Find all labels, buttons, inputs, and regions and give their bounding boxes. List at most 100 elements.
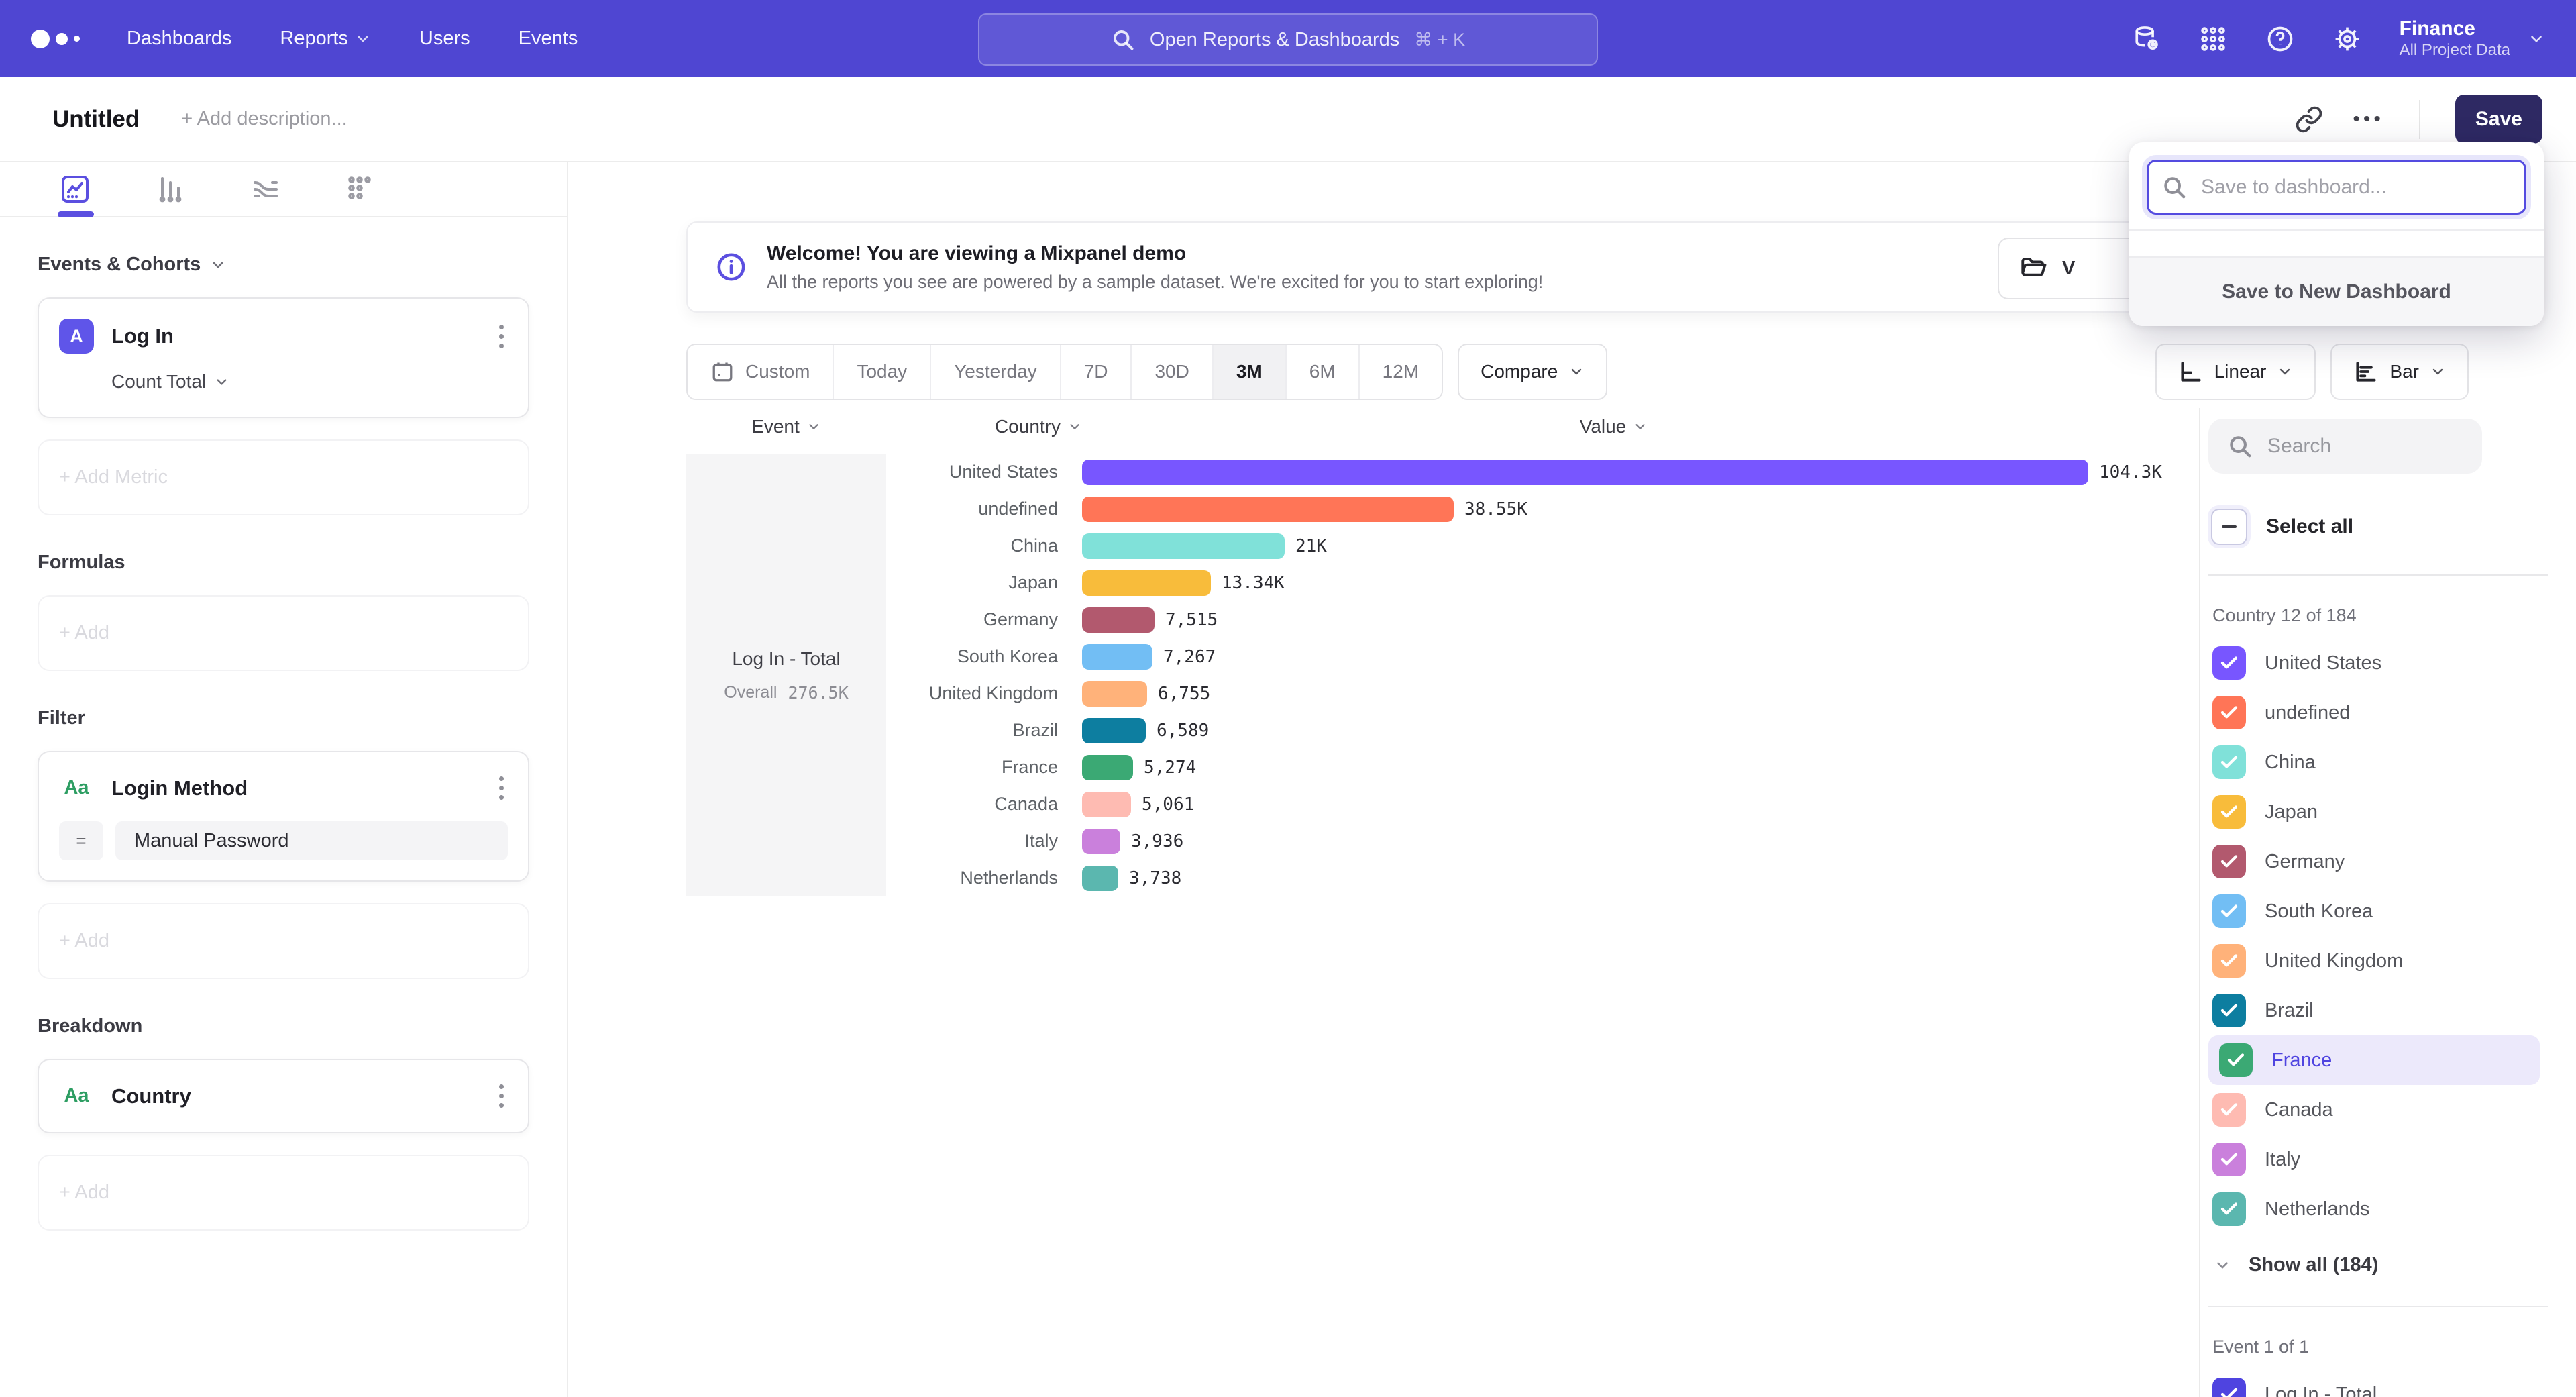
range-3m[interactable]: 3M xyxy=(1212,345,1285,399)
column-header-event[interactable]: Event xyxy=(686,416,886,437)
bar-segment[interactable] xyxy=(1082,533,1285,559)
filter-value[interactable]: Manual Password xyxy=(115,821,508,860)
metric-card[interactable]: A Log In Count Total xyxy=(38,297,529,418)
country-checkbox[interactable] xyxy=(2212,745,2246,779)
country-checkbox[interactable] xyxy=(2212,696,2246,729)
tab-flows[interactable] xyxy=(250,162,282,216)
settings-gear-icon[interactable] xyxy=(2332,24,2362,54)
select-all-row[interactable]: Select all xyxy=(2208,509,2576,545)
breakdown-card[interactable]: Aa Country xyxy=(38,1059,529,1133)
country-filter-item[interactable]: South Korea xyxy=(2208,886,2540,936)
bar-segment[interactable] xyxy=(1082,607,1155,633)
country-checkbox[interactable] xyxy=(2212,1093,2246,1127)
country-group-label: Country 12 of 184 xyxy=(2208,605,2576,626)
bar-segment[interactable] xyxy=(1082,460,2088,485)
country-checkbox[interactable] xyxy=(2212,646,2246,680)
save-button[interactable]: Save xyxy=(2455,95,2542,144)
report-title[interactable]: Untitled xyxy=(52,106,140,133)
metric-event-name[interactable]: Log In xyxy=(111,324,174,348)
project-switcher[interactable]: Finance All Project Data xyxy=(2400,17,2545,60)
range-30d[interactable]: 30D xyxy=(1130,345,1212,399)
range-today[interactable]: Today xyxy=(833,345,930,399)
country-filter-item[interactable]: undefined xyxy=(2208,688,2540,737)
bar-segment[interactable] xyxy=(1082,755,1133,780)
copy-link-icon[interactable] xyxy=(2295,105,2323,134)
help-icon[interactable] xyxy=(2265,24,2295,54)
country-checkbox[interactable] xyxy=(2212,994,2246,1027)
metric-kebab-icon[interactable] xyxy=(495,321,508,352)
add-breakdown-button[interactable]: + Add xyxy=(38,1155,529,1231)
filter-property-name[interactable]: Login Method xyxy=(111,776,248,800)
add-description[interactable]: + Add description... xyxy=(181,108,347,130)
country-filter-item[interactable]: United States xyxy=(2208,638,2540,688)
tab-insights[interactable] xyxy=(59,162,91,216)
chart-type-selector[interactable]: Bar xyxy=(2330,344,2469,400)
data-management-icon[interactable] xyxy=(2131,24,2161,54)
country-filter-item[interactable]: United Kingdom xyxy=(2208,936,2540,986)
mixpanel-logo-icon[interactable] xyxy=(31,30,80,48)
breakdown-property-name[interactable]: Country xyxy=(111,1084,191,1108)
legend-search[interactable] xyxy=(2208,419,2482,474)
add-formula-button[interactable]: + Add xyxy=(38,595,529,671)
section-events-cohorts[interactable]: Events & Cohorts xyxy=(38,254,529,276)
country-filter-item[interactable]: Italy xyxy=(2208,1135,2540,1184)
bar-segment[interactable] xyxy=(1082,497,1454,522)
global-search[interactable]: Open Reports & Dashboards ⌘ + K xyxy=(978,13,1598,66)
event-checkbox[interactable] xyxy=(2212,1378,2246,1397)
range-7d[interactable]: 7D xyxy=(1060,345,1131,399)
column-header-country[interactable]: Country xyxy=(886,416,1089,437)
nav-reports[interactable]: Reports xyxy=(280,28,371,50)
bar-segment[interactable] xyxy=(1082,681,1147,707)
range-12m[interactable]: 12M xyxy=(1358,345,1442,399)
nav-dashboards[interactable]: Dashboards xyxy=(127,28,231,50)
nav-events[interactable]: Events xyxy=(519,28,578,50)
country-filter-item[interactable]: Japan xyxy=(2208,787,2540,837)
country-checkbox[interactable] xyxy=(2212,795,2246,829)
bar-segment[interactable] xyxy=(1082,570,1211,596)
range-yesterday[interactable]: Yesterday xyxy=(930,345,1060,399)
show-all-button[interactable]: Show all (184) xyxy=(2208,1254,2576,1276)
legend-search-input[interactable] xyxy=(2266,434,2463,458)
save-to-dashboard-input[interactable] xyxy=(2147,160,2526,215)
filter-card[interactable]: Aa Login Method = Manual Password xyxy=(38,751,529,882)
event-legend-item[interactable]: Log In - Total xyxy=(2208,1369,2540,1397)
tab-funnels[interactable] xyxy=(154,162,186,216)
country-checkbox[interactable] xyxy=(2212,845,2246,878)
country-filter-item[interactable]: Netherlands xyxy=(2208,1184,2540,1234)
bar-segment[interactable] xyxy=(1082,829,1120,854)
country-checkbox[interactable] xyxy=(2212,1192,2246,1226)
add-filter-button[interactable]: + Add xyxy=(38,903,529,979)
bar-segment[interactable] xyxy=(1082,866,1118,891)
column-header-value[interactable]: Value xyxy=(1089,416,2199,437)
range-custom[interactable]: Custom xyxy=(688,345,833,399)
bar-segment[interactable] xyxy=(1082,644,1152,670)
country-checkbox[interactable] xyxy=(2212,944,2246,978)
metric-aggregation[interactable]: Count Total xyxy=(111,371,508,393)
add-metric-button[interactable]: + Add Metric xyxy=(38,439,529,515)
country-filter-item[interactable]: France xyxy=(2208,1035,2540,1085)
country-checkbox[interactable] xyxy=(2219,1043,2253,1077)
country-filter-item[interactable]: Brazil xyxy=(2208,986,2540,1035)
breakdown-kebab-icon[interactable] xyxy=(495,1080,508,1112)
country-filter-item[interactable]: China xyxy=(2208,737,2540,787)
country-name: Italy xyxy=(2265,1149,2300,1171)
tab-retention[interactable] xyxy=(345,162,377,216)
event-total-cell[interactable]: Log In - Total Overall 276.5K xyxy=(686,454,886,896)
country-checkbox[interactable] xyxy=(2212,894,2246,928)
nav-users[interactable]: Users xyxy=(419,28,470,50)
country-filter-item[interactable]: Canada xyxy=(2208,1085,2540,1135)
country-checkbox[interactable] xyxy=(2212,1143,2246,1176)
country-filter-item[interactable]: Germany xyxy=(2208,837,2540,886)
compare-button[interactable]: Compare xyxy=(1458,344,1607,400)
more-actions-icon[interactable]: ••• xyxy=(2353,108,2384,131)
scale-selector[interactable]: Linear xyxy=(2155,344,2316,400)
bar-segment[interactable] xyxy=(1082,792,1131,817)
chart-row: Germany7,515 xyxy=(886,601,2199,638)
range-6m[interactable]: 6M xyxy=(1285,345,1358,399)
filter-operator[interactable]: = xyxy=(59,821,103,860)
select-all-checkbox[interactable] xyxy=(2211,509,2247,545)
save-to-new-dashboard-button[interactable]: Save to New Dashboard xyxy=(2129,256,2544,326)
filter-kebab-icon[interactable] xyxy=(495,772,508,804)
apps-grid-icon[interactable] xyxy=(2198,24,2228,54)
bar-segment[interactable] xyxy=(1082,718,1146,743)
